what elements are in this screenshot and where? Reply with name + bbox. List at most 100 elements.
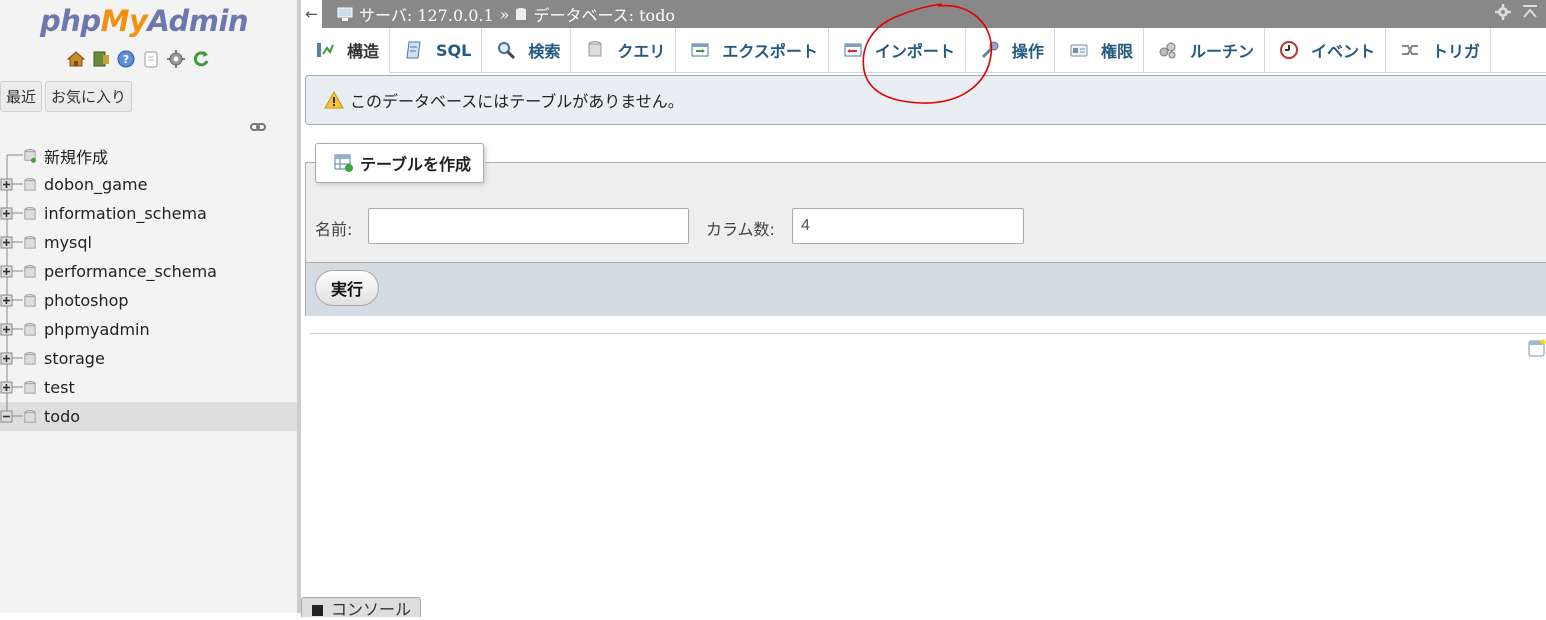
divider [310,333,1546,334]
column-count-input[interactable] [792,208,1024,244]
database-icon [516,7,527,20]
tab-export[interactable]: エクスポート [676,28,829,72]
phpmyadmin-logo[interactable]: phpMyAdmin [40,4,249,38]
tab-events[interactable]: イベント [1265,28,1386,72]
new-table-icon [334,154,353,172]
database-icon [24,293,36,307]
help-icon[interactable]: ? [116,49,136,69]
expand-icon[interactable] [0,199,24,228]
breadcrumb-database[interactable]: データベース: todo [533,2,675,26]
tree-item-label: 新規作成 [44,147,109,167]
tree-item-todo[interactable]: todo [0,402,297,431]
tab-search[interactable]: 検索 [482,28,572,72]
collapse-top-icon[interactable] [1522,3,1538,21]
warning-icon [324,91,344,109]
link-icon[interactable] [250,121,266,133]
database-icon [24,380,36,394]
tab-label: イベント [1310,42,1375,61]
database-tabs: 構造 SQL 検索 クエリ エクスポート インポート 操作 権限 ルーチン イベント トリガ [301,28,1546,74]
tree-item-new[interactable]: 新規作成 [0,141,297,170]
collapse-sidebar-button[interactable]: ← [301,0,322,28]
tree-item-label: mysql [44,233,92,252]
tree-item-information_schema[interactable]: information_schema [0,199,297,228]
tab-label: 検索 [528,42,561,61]
tree-item-label: test [44,378,75,397]
navigation-panel: phpMyAdmin ? 最近 お気に入り 新規作成 dobon_gameinf… [0,0,297,613]
breadcrumb-server[interactable]: サーバ: 127.0.0.1 [359,2,494,26]
structure-icon [317,43,334,57]
logout-icon[interactable] [91,49,111,69]
console-icon [312,605,323,616]
export-icon [691,43,709,57]
settings-icon[interactable] [1494,3,1512,21]
database-icon [24,409,36,423]
tab-structure[interactable]: 構造 [301,28,391,74]
tab-privileges[interactable]: 権限 [1055,28,1144,72]
recent-tables-button[interactable]: 最近 [0,81,43,112]
database-icon [24,235,36,249]
tree-item-phpmyadmin[interactable]: phpmyadmin [0,315,297,344]
docs-icon[interactable] [141,49,161,69]
reload-icon[interactable] [191,49,211,69]
database-icon [24,351,36,365]
tree-item-label: photoshop [44,291,129,310]
server-icon [337,7,353,21]
database-icon [24,206,36,220]
tab-query[interactable]: クエリ [571,28,677,72]
query-icon [588,41,602,57]
tab-label: クエリ [617,42,666,61]
tree-item-mysql[interactable]: mysql [0,228,297,257]
expand-icon[interactable] [0,228,24,257]
table-name-input[interactable] [368,208,689,244]
tree-item-test[interactable]: test [0,373,297,402]
go-button[interactable]: 実行 [315,270,379,306]
database-list: dobon_game information_schemamysql perform… [0,170,297,431]
breadcrumb-separator: » [499,4,510,24]
expand-icon[interactable] [0,344,24,373]
search-icon [498,42,516,60]
tree-item-label: performance_schema [44,262,217,281]
new-database-icon [24,148,36,163]
tab-routines[interactable]: ルーチン [1144,28,1265,72]
sidebar-resize-handle[interactable] [297,0,301,613]
navigation-icons: ? [66,49,211,69]
tab-label: 構造 [347,42,380,61]
collapse-icon[interactable] [0,402,24,431]
tab-operations[interactable]: 操作 [966,28,1055,72]
tab-import[interactable]: インポート [829,28,966,72]
database-icon [24,264,36,278]
database-icon [24,177,36,191]
tab-label: ルーチン [1189,42,1254,61]
database-tree: 新規作成 dobon_game information_schemamysql pe… [0,141,297,431]
tab-label: トリガ [1431,42,1480,61]
expand-icon[interactable] [0,257,24,286]
tree-item-performance_schema[interactable]: performance_schema [0,257,297,286]
tree-item-label: dobon_game [44,175,148,194]
triggers-icon [1401,45,1418,55]
events-icon [1279,41,1298,59]
settings-icon[interactable] [166,49,186,69]
column-count-label: カラム数: [706,220,775,239]
favorite-tables-button[interactable]: お気に入り [45,81,133,112]
expand-icon[interactable] [0,170,24,199]
operations-icon [981,41,999,59]
breadcrumb: サーバ: 127.0.0.1 » データベース: todo [337,2,675,26]
expand-icon[interactable] [0,373,24,402]
page-settings-icon[interactable] [1528,339,1546,357]
tree-item-dobon_game[interactable]: dobon_game [0,170,297,199]
tree-item-label: information_schema [44,204,207,223]
tab-label: 操作 [1011,42,1044,61]
tree-item-label: storage [44,349,105,368]
tab-sql[interactable]: SQL [390,28,483,72]
tree-item-storage[interactable]: storage [0,344,297,373]
console-tab[interactable]: コンソール [301,597,421,619]
tree-connector [6,154,23,170]
expand-icon[interactable] [0,286,24,315]
svg-text:?: ? [123,53,129,66]
home-icon[interactable] [66,49,86,69]
tree-item-photoshop[interactable]: photoshop [0,286,297,315]
expand-icon[interactable] [0,315,24,344]
tab-triggers[interactable]: トリガ [1386,28,1491,72]
tab-label: SQL [436,40,472,60]
create-table-legend: テーブルを作成 [315,143,485,183]
